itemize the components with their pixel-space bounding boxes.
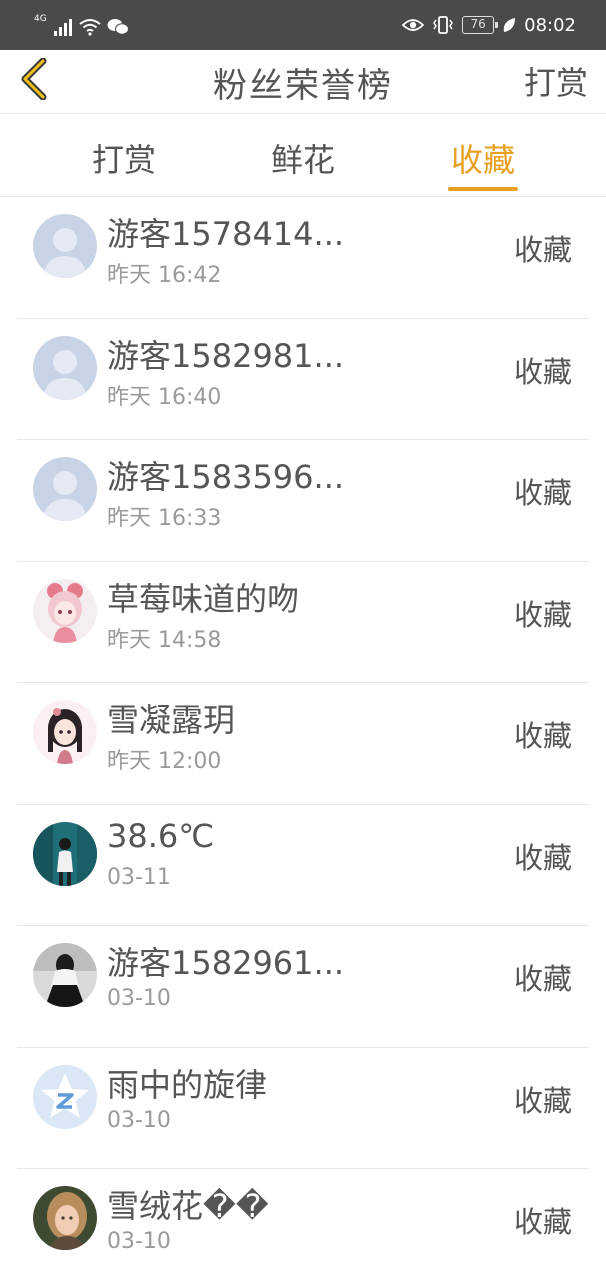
fan-name: 雪凝露玥 xyxy=(107,701,236,739)
list-item[interactable]: 雪绒花�� 03-10 收藏 xyxy=(17,1169,589,1280)
fan-time: 03-10 xyxy=(107,1229,171,1254)
top-navigation-bar: 粉丝荣誉榜 打赏 xyxy=(0,50,606,114)
active-tab-indicator xyxy=(448,187,518,191)
fan-action: 收藏 xyxy=(513,1083,572,1118)
fan-name: 游客1582981... xyxy=(107,336,345,375)
list-item[interactable]: 游客1582961... 03-10 收藏 xyxy=(17,926,589,1048)
avatar xyxy=(33,1186,97,1250)
list-item[interactable]: 游客1578414... 昨天 16:42 收藏 xyxy=(17,197,589,319)
qq-star-avatar-icon xyxy=(33,1064,97,1129)
status-right: 76 08:02 xyxy=(402,12,576,38)
fan-time: 昨天 16:42 xyxy=(107,263,222,288)
fan-time: 03-10 xyxy=(107,1107,171,1133)
fan-time: 昨天 14:58 xyxy=(107,627,222,653)
list-item[interactable]: 雪凝露玥 昨天 12:00 收藏 xyxy=(17,683,589,805)
fan-action: 收藏 xyxy=(513,962,572,996)
eye-icon xyxy=(402,19,425,31)
status-left: 4G xyxy=(34,12,129,36)
list-item[interactable]: 游客1583596... 昨天 16:33 收藏 xyxy=(17,440,589,562)
fan-name: 38.6℃ xyxy=(107,816,215,855)
default-person-icon xyxy=(33,457,97,521)
signal-icon xyxy=(53,19,72,36)
list-item[interactable]: 雨中的旋律 03-10 收藏 xyxy=(17,1048,589,1169)
photo-avatar-icon xyxy=(33,943,97,1007)
avatar xyxy=(33,335,97,400)
tab-label: 收藏 xyxy=(450,141,515,179)
fan-time: 昨天 16:33 xyxy=(107,506,222,531)
anime-girl-dark-hair-icon xyxy=(33,700,97,764)
tab-tip[interactable]: 打赏 xyxy=(54,135,194,195)
list-item[interactable]: 草莓味道的吻 昨天 14:58 收藏 xyxy=(17,562,589,683)
battery-indicator: 76 xyxy=(462,16,499,34)
fan-action: 收藏 xyxy=(513,233,572,267)
wifi-icon xyxy=(79,19,101,36)
list-item[interactable]: 38.6℃ 03-11 收藏 xyxy=(17,805,589,926)
avatar xyxy=(33,457,97,521)
clock: 08:02 xyxy=(524,14,576,36)
fan-time: 昨天 16:40 xyxy=(107,384,222,410)
fan-action: 收藏 xyxy=(513,476,572,510)
avatar xyxy=(33,578,97,643)
network-type-label: 4G xyxy=(34,14,47,24)
tip-button[interactable]: 打赏 xyxy=(524,58,588,104)
tab-label: 打赏 xyxy=(91,141,156,179)
leaf-icon xyxy=(503,18,516,32)
fan-time: 03-11 xyxy=(107,864,171,890)
tab-favorites[interactable]: 收藏 xyxy=(413,135,553,195)
avatar xyxy=(33,700,97,764)
default-person-icon xyxy=(33,335,97,400)
fan-name: 游客1582961... xyxy=(107,944,345,982)
avatar xyxy=(33,821,97,886)
avatar xyxy=(33,214,97,278)
fan-name: 雪绒花�� xyxy=(107,1187,269,1225)
fan-action: 收藏 xyxy=(513,597,572,632)
avatar xyxy=(33,943,97,1007)
fan-name: 雨中的旋律 xyxy=(107,1065,268,1104)
default-person-icon xyxy=(33,214,97,278)
vibrate-icon xyxy=(433,16,454,34)
fan-time: 昨天 12:00 xyxy=(107,749,222,774)
tab-label: 鲜花 xyxy=(270,141,335,179)
tab-bar: 打赏 鲜花 收藏 xyxy=(0,115,606,197)
fan-action: 收藏 xyxy=(513,354,572,389)
fan-action: 收藏 xyxy=(513,719,572,753)
fan-name: 草莓味道的吻 xyxy=(107,579,300,618)
fan-name: 游客1583596... xyxy=(107,458,345,496)
tab-flowers[interactable]: 鲜花 xyxy=(233,135,373,195)
photo-avatar-icon xyxy=(33,821,97,886)
wechat-icon xyxy=(107,19,129,35)
page-title: 粉丝荣誉榜 xyxy=(213,66,393,106)
fan-name: 游客1578414... xyxy=(107,215,345,253)
fan-action: 收藏 xyxy=(513,840,572,875)
anime-girl-avatar-icon xyxy=(33,578,97,643)
photo-avatar-icon xyxy=(33,1186,97,1250)
fan-time: 03-10 xyxy=(107,986,171,1011)
avatar xyxy=(33,1064,97,1129)
fan-action: 收藏 xyxy=(513,1205,572,1239)
list-item[interactable]: 游客1582981... 昨天 16:40 收藏 xyxy=(17,319,589,440)
status-bar: 4G 76 08:02 xyxy=(0,0,606,50)
fan-list: 游客1578414... 昨天 16:42 收藏 游客1582981... 昨天… xyxy=(0,197,606,1280)
